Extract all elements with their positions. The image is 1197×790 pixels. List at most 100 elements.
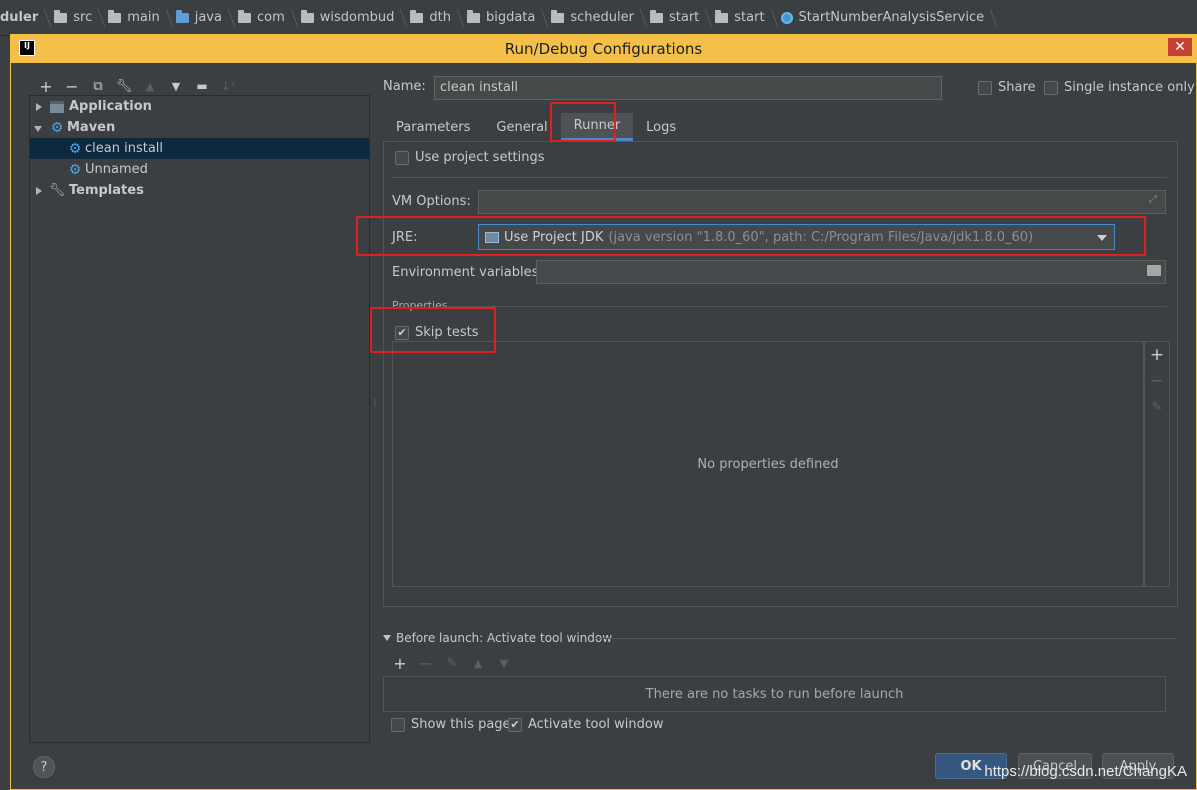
tree-item-application[interactable]: Application (30, 96, 369, 117)
tree-item-maven[interactable]: ⚙ Maven (30, 117, 369, 138)
breadcrumb-label: start (668, 10, 700, 25)
wrench-icon[interactable]: 🔧︎ (111, 76, 137, 96)
breadcrumb-label: java (194, 10, 222, 25)
expand-arrow-icon[interactable] (34, 186, 44, 196)
tab-logs[interactable]: Logs (633, 113, 689, 141)
checkbox-box[interactable] (1044, 80, 1058, 95)
checkbox-label: Single instance only (1064, 80, 1195, 95)
breadcrumb-item[interactable]: scheduler (545, 0, 644, 36)
help-button[interactable]: ? (33, 756, 55, 778)
sort-icon[interactable]: ↓ᶻ (215, 76, 241, 96)
before-launch-header[interactable]: Before launch: Activate tool window (383, 631, 612, 645)
remove-icon[interactable]: − (413, 653, 439, 673)
runner-panel: Use project settings VM Options: ⤢ JRE: … (383, 141, 1178, 607)
breadcrumb-item[interactable]: wisdombud (295, 0, 405, 36)
move-up-icon[interactable]: ▲ (137, 76, 163, 96)
tree-toolbar: + − ⧉ 🔧︎ ▲ ▼ ▬ ↓ᶻ (33, 75, 241, 97)
config-tabs: Parameters General Runner Logs (383, 113, 689, 141)
expand-icon[interactable]: ⤢ (1149, 194, 1161, 206)
config-tree: Application ⚙ Maven ⚙ clean install ⚙ Un… (29, 95, 370, 743)
highlight-skip-tests (370, 307, 496, 353)
checkbox-box[interactable]: ✔ (508, 717, 522, 732)
single-instance-checkbox[interactable]: Single instance only (1044, 80, 1195, 95)
add-icon[interactable]: + (1145, 342, 1169, 368)
properties-table[interactable]: No properties defined (392, 341, 1144, 587)
ide-left-strip (0, 36, 10, 790)
tree-item-clean-install[interactable]: ⚙ clean install (30, 138, 369, 159)
folder-icon (410, 9, 424, 23)
activate-tool-window-checkbox[interactable]: ✔ Activate tool window (508, 717, 663, 732)
vm-options-label: VM Options: (392, 194, 471, 209)
breadcrumb-label: com (256, 10, 285, 25)
folder-icon (54, 9, 68, 23)
breadcrumb-item[interactable]: java (170, 0, 232, 36)
intellij-icon: IJ (19, 40, 35, 56)
breadcrumb-item[interactable]: dth (404, 0, 461, 36)
env-vars-field[interactable] (536, 260, 1166, 284)
move-down-icon[interactable]: ▼ (491, 653, 517, 673)
properties-toolbar: + − ✎ (1144, 341, 1170, 587)
close-button[interactable]: ✕ (1168, 38, 1192, 56)
folder-icon (715, 9, 729, 23)
breadcrumb-label: src (73, 10, 93, 25)
source-folder-icon (175, 9, 189, 23)
empty-table-text: No properties defined (697, 456, 839, 472)
watermark: https://blog.csdn.net/ChangKA (984, 763, 1187, 780)
collapse-arrow-icon[interactable] (383, 635, 391, 641)
tab-parameters[interactable]: Parameters (383, 113, 483, 141)
checkbox-label: Use project settings (415, 150, 545, 165)
breadcrumb-item[interactable]: main (102, 0, 169, 36)
breadcrumb-item[interactable]: duler (0, 0, 48, 36)
remove-icon[interactable]: − (1145, 368, 1169, 394)
separator (595, 638, 1176, 639)
breadcrumb-item[interactable]: bigdata (461, 0, 545, 36)
breadcrumb-item[interactable]: com (232, 0, 295, 36)
move-down-icon[interactable]: ▼ (163, 76, 189, 96)
before-launch-tasks[interactable]: There are no tasks to run before launch (383, 676, 1166, 712)
collapse-arrow-icon[interactable] (34, 123, 44, 133)
folder-icon (466, 9, 480, 23)
copy-icon[interactable]: ⧉ (85, 76, 111, 96)
checkbox-label: Show this page (411, 717, 511, 732)
breadcrumb-item[interactable]: start (644, 0, 709, 36)
breadcrumb-label: main (127, 10, 160, 25)
breadcrumb-item[interactable]: start (709, 0, 774, 36)
show-page-checkbox[interactable]: Show this page (391, 717, 511, 732)
checkbox-label: Share (998, 80, 1036, 95)
highlight-jre (356, 216, 1146, 256)
tree-item-templates[interactable]: 🔧︎ Templates (30, 180, 369, 201)
folder-add-icon[interactable]: ▬ (189, 76, 215, 96)
checkbox-box[interactable] (395, 150, 409, 165)
env-vars-label: Environment variables: (392, 265, 543, 280)
add-icon[interactable]: + (387, 653, 413, 673)
empty-tasks-text: There are no tasks to run before launch (645, 686, 904, 702)
breadcrumb: duler src main java com wisdombud dth bi… (0, 0, 1197, 36)
breadcrumb-label: wisdombud (319, 10, 395, 25)
breadcrumb-item[interactable]: StartNumberAnalysisService (775, 0, 995, 36)
share-checkbox[interactable]: Share (978, 80, 1036, 95)
checkbox-box[interactable] (391, 717, 405, 732)
folder-icon (237, 9, 251, 23)
before-launch-label: Before launch: Activate tool window (396, 631, 613, 645)
expand-arrow-icon[interactable] (34, 102, 44, 112)
dialog-titlebar[interactable]: IJ Run/Debug Configurations ✕ (11, 35, 1196, 63)
vm-options-field[interactable]: ⤢ (478, 190, 1166, 214)
edit-icon[interactable]: ✎ (439, 653, 465, 673)
close-icon: ✕ (1174, 39, 1186, 55)
add-icon[interactable]: + (33, 76, 59, 96)
breadcrumb-item[interactable]: src (48, 0, 102, 36)
tree-item-label: Application (69, 99, 152, 114)
checkbox-box[interactable] (978, 80, 992, 95)
remove-icon[interactable]: − (59, 76, 85, 96)
breadcrumb-label: scheduler (570, 10, 634, 25)
breadcrumb-label: bigdata (485, 10, 536, 25)
help-icon: ? (40, 759, 48, 775)
move-up-icon[interactable]: ▲ (465, 653, 491, 673)
name-field[interactable]: clean install (434, 76, 942, 100)
use-project-settings-checkbox[interactable]: Use project settings (395, 150, 545, 165)
folder-icon[interactable] (1147, 265, 1161, 276)
edit-icon[interactable]: ✎ (1145, 394, 1169, 420)
splitter-handle[interactable]: ⋮ (371, 399, 379, 419)
run-debug-dialog: IJ Run/Debug Configurations ✕ + − ⧉ 🔧︎ ▲… (10, 34, 1197, 790)
tree-item-unnamed[interactable]: ⚙ Unnamed (30, 159, 369, 180)
